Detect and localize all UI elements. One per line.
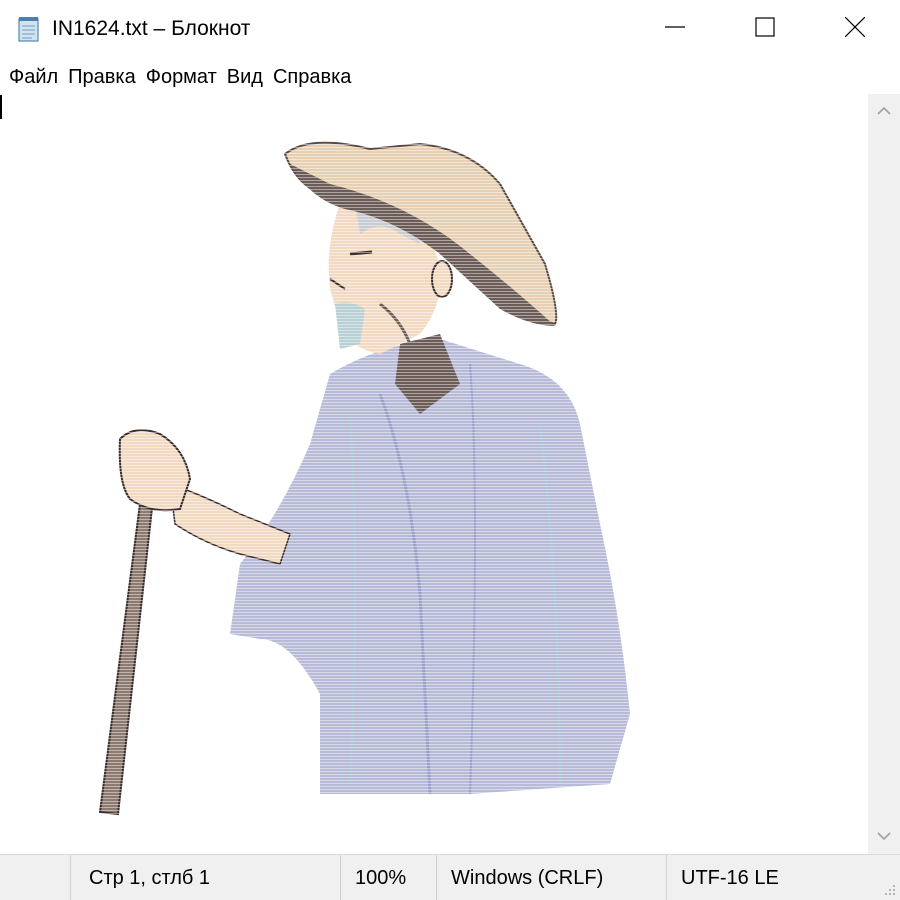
- scroll-up-button[interactable]: [868, 94, 900, 128]
- chevron-down-icon: [877, 828, 891, 846]
- menu-help[interactable]: Справка: [268, 61, 356, 93]
- menu-file[interactable]: Файл: [4, 61, 63, 93]
- status-bar: Стр 1, стлб 1 100% Windows (CRLF) UTF-16…: [0, 854, 900, 900]
- menu-view[interactable]: Вид: [222, 61, 268, 93]
- resize-grip-icon[interactable]: [882, 882, 896, 896]
- zoom-level: 100%: [340, 855, 436, 900]
- minimize-icon: [665, 17, 685, 42]
- close-button[interactable]: [810, 0, 900, 58]
- notepad-icon: [16, 16, 42, 42]
- text-editor[interactable]: [0, 94, 868, 854]
- vertical-scrollbar[interactable]: [868, 94, 900, 854]
- window-title: IN1624.txt – Блокнот: [52, 17, 251, 40]
- title-bar: IN1624.txt – Блокнот: [0, 0, 900, 58]
- line-endings: Windows (CRLF): [436, 855, 666, 900]
- scroll-down-button[interactable]: [868, 820, 900, 854]
- menu-edit[interactable]: Правка: [63, 61, 141, 93]
- close-icon: [844, 16, 866, 42]
- cursor-position: Стр 1, стлб 1: [70, 855, 340, 900]
- menu-bar: Файл Правка Формат Вид Справка: [0, 60, 900, 94]
- menu-format[interactable]: Формат: [141, 61, 222, 93]
- ascii-art-image: [90, 134, 650, 824]
- maximize-button[interactable]: [720, 0, 810, 58]
- encoding: UTF-16 LE: [666, 855, 866, 900]
- maximize-icon: [755, 16, 775, 42]
- chevron-up-icon: [877, 102, 891, 120]
- minimize-button[interactable]: [630, 0, 720, 58]
